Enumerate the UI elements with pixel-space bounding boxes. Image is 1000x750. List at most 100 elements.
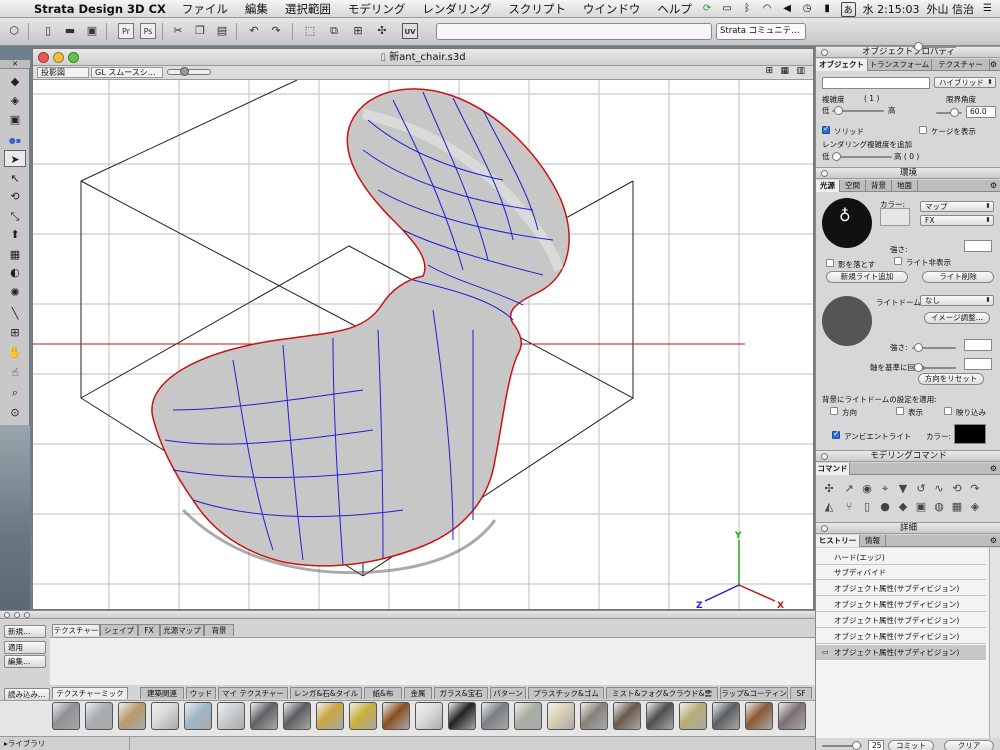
tab-object[interactable]: オブジェクト xyxy=(816,59,868,71)
command-sphere-icon[interactable]: ● xyxy=(878,500,892,514)
zoom-icon[interactable]: ⌕ xyxy=(4,384,26,401)
view-cube-icon[interactable]: ◆ xyxy=(4,73,26,90)
render-zoom-icon[interactable]: ⊙ xyxy=(4,404,26,421)
time-machine-icon[interactable]: ◷ xyxy=(801,3,814,15)
history-item[interactable]: オブジェクト属性(サブディビジョン) xyxy=(816,629,986,644)
hand-pan-icon[interactable]: ✋ xyxy=(4,344,26,361)
strata-logo-icon[interactable]: ⬡ xyxy=(6,23,22,39)
menu-modeling[interactable]: モデリング xyxy=(348,1,406,17)
panel-close-icon[interactable] xyxy=(821,525,828,532)
center-icon[interactable]: ✣ xyxy=(374,23,390,39)
reset-direction-button[interactable]: 方向をリセット xyxy=(918,373,984,385)
tool-palette-close-icon[interactable]: ✕ xyxy=(0,60,30,69)
lib-tab-sf[interactable]: SF xyxy=(790,687,812,699)
battery-icon[interactable]: ▮ xyxy=(821,3,834,15)
texture-swatch[interactable] xyxy=(118,702,146,730)
command-wave-icon[interactable]: ∿ xyxy=(932,482,946,496)
image-adjust-button[interactable]: イメージ調整… xyxy=(924,312,990,324)
texture-swatch[interactable] xyxy=(382,702,410,730)
display-checkbox[interactable] xyxy=(896,407,904,415)
texture-swatch[interactable] xyxy=(184,702,212,730)
lib-tab-pattern[interactable]: パターン xyxy=(490,687,526,699)
dome-strength-slider-knob[interactable] xyxy=(914,343,923,352)
clock[interactable]: 水 2:15:03 xyxy=(863,1,920,17)
show-cage-checkbox[interactable] xyxy=(919,126,927,134)
history-item[interactable]: オブジェクト属性(サブディビジョン) xyxy=(816,581,986,596)
cut-icon[interactable]: ✂ xyxy=(170,23,186,39)
panel-options-icon[interactable]: ⚙ xyxy=(990,535,997,547)
tab-light[interactable]: 光源 xyxy=(816,180,840,192)
resource-area[interactable] xyxy=(50,637,815,685)
texture-swatch[interactable] xyxy=(316,702,344,730)
selection-arrow-icon[interactable]: ➤ xyxy=(4,150,26,167)
tab-transform[interactable]: トランスフォーム xyxy=(868,59,932,71)
texture-swatch[interactable] xyxy=(250,702,278,730)
texture-swatch[interactable] xyxy=(745,702,773,730)
menu-selection[interactable]: 選択範囲 xyxy=(285,1,331,17)
tab-info[interactable]: 情報 xyxy=(860,535,886,547)
undo-icon[interactable]: ↶ xyxy=(246,23,262,39)
add-light-button[interactable]: 新規ライト追加 xyxy=(826,271,908,283)
tab-textures[interactable]: テクスチャー xyxy=(52,624,100,636)
toolbar-search-field[interactable] xyxy=(436,23,712,40)
tab-history[interactable]: ヒストリー xyxy=(816,535,860,547)
library-popup[interactable]: ▸ライブラリ xyxy=(0,736,130,750)
menu-file[interactable]: ファイル xyxy=(182,1,228,17)
texture-swatch[interactable] xyxy=(712,702,740,730)
wifi-icon[interactable]: ◠ xyxy=(761,3,774,15)
photoshop-icon[interactable]: Ps xyxy=(140,23,156,39)
panel-options-icon[interactable]: ⚙ xyxy=(990,59,997,71)
ambient-light-checkbox[interactable] xyxy=(832,429,840,439)
view-mode-popup[interactable]: 投影図 xyxy=(37,67,89,78)
command-subdivide-icon[interactable]: ◆ xyxy=(896,500,910,514)
bluetooth-icon[interactable]: ᛒ xyxy=(741,3,754,15)
limit-angle-slider[interactable] xyxy=(936,108,962,117)
command-twist-icon[interactable]: ↷ xyxy=(968,482,982,496)
limit-angle-field[interactable]: 60.0 xyxy=(966,106,996,118)
open-folder-icon[interactable]: ▬ xyxy=(62,23,78,39)
tab-texture[interactable]: テクスチャー xyxy=(932,59,990,71)
texture-swatch[interactable] xyxy=(514,702,542,730)
texture-swatch[interactable] xyxy=(85,702,113,730)
complexity-slider-knob[interactable] xyxy=(834,106,843,115)
delete-light-button[interactable]: ライト削除 xyxy=(922,271,994,283)
texture-swatch[interactable] xyxy=(448,702,476,730)
tab-commands[interactable]: コマンド xyxy=(816,463,850,475)
palette-minimize-icon[interactable] xyxy=(14,612,20,618)
display-icon[interactable]: ▭ xyxy=(721,3,734,15)
light-color-well[interactable] xyxy=(880,208,910,226)
render-complexity-slider-knob[interactable] xyxy=(832,152,841,161)
texture-swatch[interactable] xyxy=(52,702,80,730)
light-strength-slider[interactable] xyxy=(912,42,956,51)
dome-strength-field[interactable] xyxy=(964,339,992,351)
scene-canvas[interactable]: Y X Z xyxy=(33,80,813,609)
camera-cube-icon[interactable]: ◈ xyxy=(4,92,26,109)
copy-icon[interactable]: ❐ xyxy=(192,23,208,39)
volume-icon[interactable]: ◀ xyxy=(781,3,794,15)
texture-swatch[interactable] xyxy=(415,702,443,730)
render-complexity-slider[interactable] xyxy=(832,152,892,161)
history-steps-field[interactable]: 25 xyxy=(868,740,884,750)
notification-icon[interactable]: ☰ xyxy=(981,3,994,15)
minimize-window-button[interactable] xyxy=(53,52,64,63)
direction-checkbox[interactable] xyxy=(830,407,838,415)
object-name-field[interactable] xyxy=(822,77,930,89)
light-preview-sphere[interactable]: ♁ xyxy=(822,198,872,248)
lib-tab-glass-gem[interactable]: ガラス&宝石 xyxy=(434,687,488,699)
command-rotate-icon[interactable]: ⟲ xyxy=(950,482,964,496)
panel-close-icon[interactable] xyxy=(821,170,828,177)
texture-swatch[interactable] xyxy=(613,702,641,730)
tab-fx[interactable]: FX xyxy=(138,624,160,636)
menu-edit[interactable]: 編集 xyxy=(245,1,268,17)
new-document-icon[interactable]: ▯ xyxy=(40,23,56,39)
history-scrollbar[interactable] xyxy=(989,548,1000,738)
light-hidden-checkbox[interactable] xyxy=(894,257,902,265)
texture-swatch[interactable] xyxy=(349,702,377,730)
menu-help[interactable]: ヘルプ xyxy=(657,1,692,17)
texture-swatch[interactable] xyxy=(283,702,311,730)
history-item[interactable]: ハード(エッジ) xyxy=(816,550,986,565)
redo-icon[interactable]: ↷ xyxy=(268,23,284,39)
tab-shapes[interactable]: シェイプ xyxy=(100,624,138,636)
command-loop-icon[interactable]: ◉ xyxy=(860,482,874,496)
input-method-indicator[interactable]: あ xyxy=(840,1,856,17)
